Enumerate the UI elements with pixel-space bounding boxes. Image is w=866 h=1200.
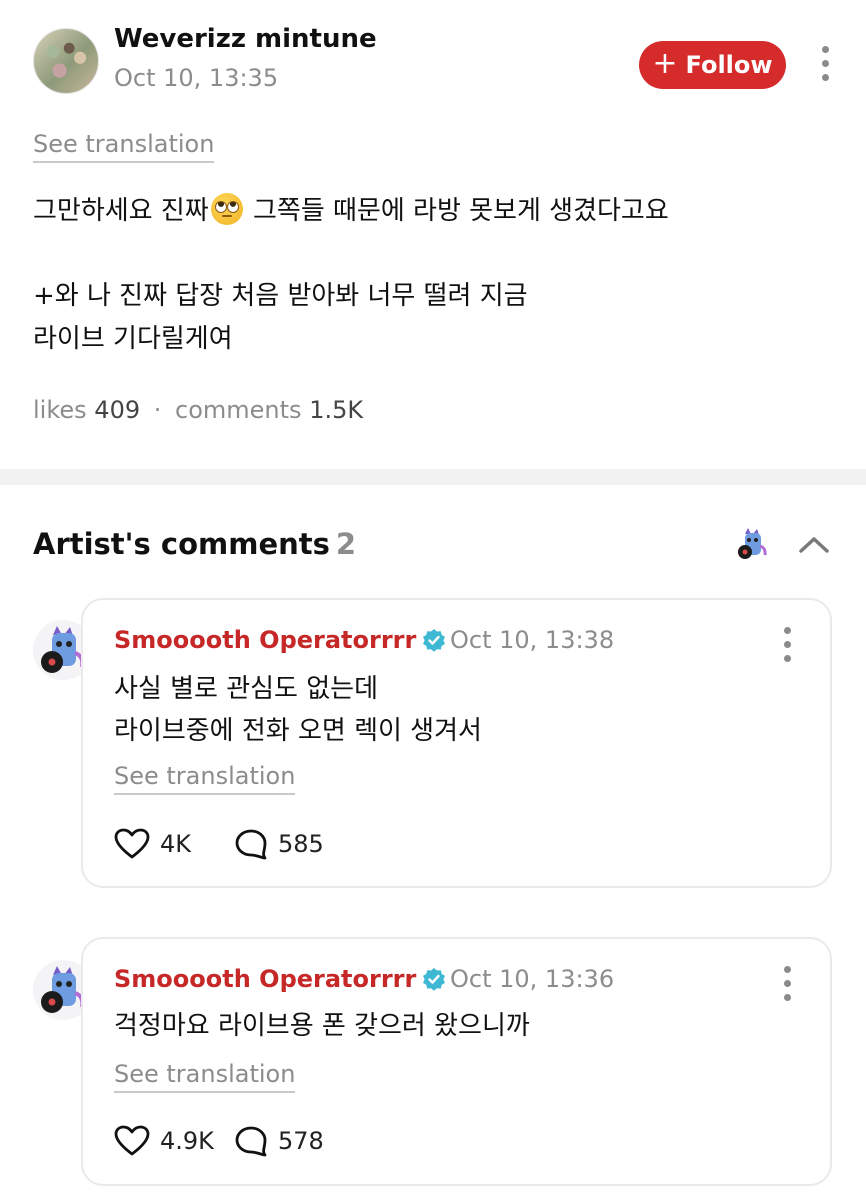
verified-badge-icon <box>423 968 446 991</box>
likes-label: likes <box>33 396 87 424</box>
artist-comment-card: Smooooth Operatorrrr Oct 10, 13:36 걱정마요 … <box>81 937 832 1186</box>
author-avatar[interactable] <box>33 28 99 94</box>
verified-badge-icon <box>423 629 446 652</box>
speech-bubble-icon <box>235 829 267 860</box>
artist-avatar-small[interactable] <box>732 524 772 564</box>
artist-comments-title: Artist's comments 2 <box>33 527 356 561</box>
post-body-line-1: 그만하세요 진짜 그쪽들 때문에 라방 못보게 생겼다고요 <box>33 190 813 233</box>
like-count: 4.9K <box>160 1127 214 1155</box>
comment-author-name[interactable]: Smooooth Operatorrrr <box>114 626 446 654</box>
reply-count: 578 <box>278 1127 324 1155</box>
likes-count[interactable]: 409 <box>94 396 140 424</box>
heart-icon <box>114 1125 150 1156</box>
comment-timestamp: Oct 10, 13:38 <box>450 626 615 654</box>
artist-comments-count: 2 <box>335 527 357 561</box>
post-timestamp: Oct 10, 13:35 <box>114 64 279 92</box>
reply-button[interactable]: 585 <box>234 828 324 860</box>
post-more-kebab-icon[interactable] <box>819 46 831 81</box>
comment-author-name-text: Smooooth Operatorrrr <box>114 626 417 654</box>
section-divider <box>0 469 866 485</box>
comment-see-translation-link[interactable]: See translation <box>114 762 296 795</box>
comment-author-name[interactable]: Smooooth Operatorrrr <box>114 965 446 993</box>
artist-comments-title-text: Artist's comments <box>33 527 330 561</box>
like-count: 4K <box>160 830 192 858</box>
heart-icon <box>114 828 150 859</box>
reply-count: 585 <box>278 830 324 858</box>
post-see-translation-link[interactable]: See translation <box>33 130 215 163</box>
comment-text: 사실 별로 관심도 없는데 라이브중에 전화 오면 렉이 생겨서 <box>114 668 482 752</box>
speech-bubble-icon <box>235 1126 267 1157</box>
follow-button[interactable]: + Follow <box>639 41 786 89</box>
comment-more-kebab-icon[interactable] <box>781 627 793 662</box>
collapse-chevron-up-icon[interactable] <box>798 534 830 554</box>
comment-see-translation-link[interactable]: See translation <box>114 1060 296 1093</box>
stats-separator: · <box>153 396 162 424</box>
post-body-line-2: +와 나 진짜 답장 처음 받아봐 너무 떨려 지금 <box>33 281 528 311</box>
like-button[interactable]: 4K <box>114 828 191 860</box>
post-body: 그만하세요 진짜 그쪽들 때문에 라방 못보게 생겼다고요 +와 나 진짜 답장… <box>33 190 813 361</box>
comments-label: comments <box>175 396 302 424</box>
comment-timestamp: Oct 10, 13:36 <box>450 965 615 993</box>
author-name[interactable]: Weverizz mintune <box>114 24 377 54</box>
comment-more-kebab-icon[interactable] <box>781 966 793 1001</box>
comment-text-line-2: 라이브중에 전화 오면 렉이 생겨서 <box>114 716 482 746</box>
artist-comment-card: Smooooth Operatorrrr Oct 10, 13:38 사실 별로… <box>81 598 832 888</box>
post-body-line-3: 라이브 기다릴게여 <box>33 324 233 354</box>
comments-count[interactable]: 1.5K <box>309 396 363 424</box>
face-with-rolling-eyes-emoji-icon <box>210 193 243 225</box>
post-body-text-1b: 그쪽들 때문에 라방 못보게 생겼다고요 <box>252 196 669 226</box>
follow-label: Follow <box>685 51 773 79</box>
post-stats: likes 409 · comments 1.5K <box>33 396 363 424</box>
comment-text: 걱정마요 라이브용 폰 갖으러 왔으니까 <box>114 1005 530 1047</box>
comment-text-line-1: 사실 별로 관심도 없는데 <box>114 674 378 704</box>
plus-icon: + <box>652 45 678 81</box>
reply-button[interactable]: 578 <box>234 1125 324 1157</box>
post-body-text-1a: 그만하세요 진짜 <box>33 196 209 226</box>
comment-text-line-1: 걱정마요 라이브용 폰 갖으러 왔으니까 <box>114 1011 530 1041</box>
comment-author-name-text: Smooooth Operatorrrr <box>114 965 417 993</box>
like-button[interactable]: 4.9K <box>114 1125 214 1157</box>
